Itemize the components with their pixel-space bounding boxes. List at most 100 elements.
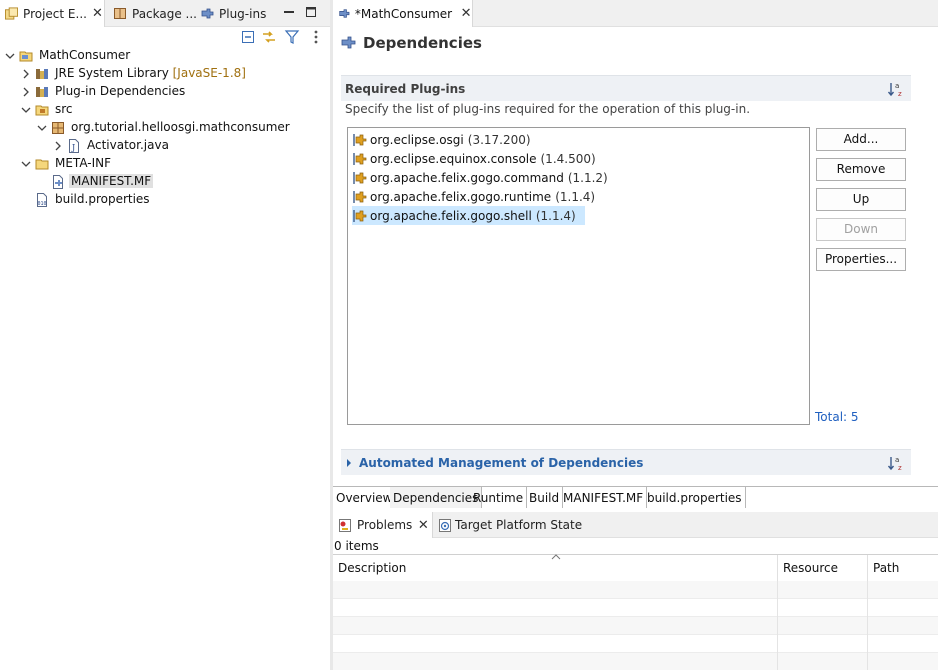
tab-runtime[interactable]: Runtime <box>470 487 528 508</box>
sort-icon[interactable]: a z <box>887 454 905 472</box>
tab-plug-ins[interactable]: Plug-ins <box>195 0 266 27</box>
plugin-name: org.eclipse.equinox.console <box>370 151 537 166</box>
plugin-name: org.apache.felix.gogo.command <box>370 170 564 185</box>
tree-item-jre-system-library[interactable]: JRE System Library [JavaSE-1.8] <box>0 65 330 83</box>
tree-item-label: Activator.java <box>87 138 169 152</box>
target-platform-icon <box>439 518 451 532</box>
tab-label: Problems <box>357 518 413 532</box>
minimize-icon[interactable] <box>282 5 296 19</box>
plug-in-icon <box>353 171 367 184</box>
svg-text:J: J <box>71 143 75 152</box>
plugin-name: org.apache.felix.gogo.runtime <box>370 189 552 204</box>
chevron-right-icon[interactable] <box>53 141 63 151</box>
chevron-right-icon[interactable] <box>21 87 31 97</box>
library-icon <box>36 69 48 79</box>
plug-in-icon <box>353 209 367 222</box>
tab-target-platform-state[interactable]: Target Platform State <box>435 512 582 538</box>
tab-package-explorer[interactable]: Package ... <box>108 0 197 27</box>
tab-problems[interactable]: Problems ✕ <box>333 512 433 538</box>
chevron-down-icon[interactable] <box>5 51 15 61</box>
manifest-file-icon <box>53 175 63 189</box>
maximize-icon[interactable] <box>304 5 318 19</box>
tree-item-mathconsumer[interactable]: MathConsumer <box>0 47 330 65</box>
package-icon <box>52 122 64 134</box>
tree-item-package[interactable]: org.tutorial.helloosgi.mathconsumer <box>0 119 330 137</box>
tab-manifest-mf[interactable]: MANIFEST.MF <box>560 487 648 508</box>
tree-item-label: src <box>55 102 73 116</box>
plug-in-icon <box>353 152 367 165</box>
plugin-item[interactable]: org.eclipse.equinox.console (1.4.500) <box>352 149 600 168</box>
chevron-down-icon[interactable] <box>21 159 31 169</box>
tree-item-label: JRE System Library <box>55 66 169 80</box>
down-button[interactable]: Down <box>816 218 906 241</box>
column-label: Description <box>338 561 407 575</box>
properties-button[interactable]: Properties... <box>816 248 906 271</box>
plugin-item-selected[interactable]: org.apache.felix.gogo.shell (1.1.4) <box>352 206 585 225</box>
tab-label: Package ... <box>132 6 197 21</box>
tab-build-properties[interactable]: build.properties <box>644 487 746 508</box>
tree-item-src[interactable]: src <box>0 101 330 119</box>
plugin-item[interactable]: org.apache.felix.gogo.runtime (1.1.4) <box>352 187 599 206</box>
chevron-right-icon[interactable] <box>21 69 31 79</box>
required-plug-ins-list[interactable]: org.eclipse.osgi (3.17.200) org.eclipse.… <box>347 127 810 425</box>
project-explorer-icon <box>5 7 19 20</box>
tree-item-plug-in-dependencies[interactable]: Plug-in Dependencies <box>0 83 330 101</box>
plugin-version: (1.1.4) <box>555 189 596 204</box>
column-header-resource[interactable]: Resource <box>778 555 868 581</box>
tree-item-build-properties[interactable]: 010 build.properties <box>0 191 330 209</box>
close-icon[interactable]: ✕ <box>416 518 430 533</box>
column-divider <box>777 581 778 670</box>
tab-build[interactable]: Build <box>526 487 564 508</box>
filter-icon[interactable] <box>284 29 300 45</box>
tree-item-meta-inf[interactable]: META-INF <box>0 155 330 173</box>
chevron-right-icon[interactable] <box>345 458 353 467</box>
close-icon[interactable]: ✕ <box>460 6 472 21</box>
chevron-down-icon[interactable] <box>37 123 47 133</box>
tree-item-label: build.properties <box>55 192 150 206</box>
package-explorer-icon <box>114 8 126 19</box>
table-row <box>333 635 938 653</box>
close-icon[interactable]: ✕ <box>91 6 104 21</box>
items-count: 0 items <box>334 539 379 553</box>
automated-management-section-header[interactable]: Automated Management of Dependencies a z <box>341 449 911 475</box>
tab-mathconsumer[interactable]: *MathConsumer ✕ <box>333 0 473 27</box>
source-folder-icon <box>35 105 49 116</box>
plugin-name: org.apache.felix.gogo.shell <box>370 208 532 223</box>
section-title: Required Plug-ins <box>345 81 466 96</box>
tab-label: Project E... <box>23 6 87 21</box>
java-file-icon: J <box>69 139 79 153</box>
plugin-item[interactable]: org.eclipse.osgi (3.17.200) <box>352 130 535 149</box>
tree-item-label: MANIFEST.MF <box>69 174 154 188</box>
column-header-path[interactable]: Path <box>868 555 938 581</box>
folder-icon <box>35 159 49 170</box>
tab-project-explorer[interactable]: Project E... ✕ <box>0 0 105 27</box>
up-button[interactable]: Up <box>816 188 906 211</box>
column-label: Resource <box>783 561 839 575</box>
tab-label: *MathConsumer <box>354 6 453 21</box>
sort-icon[interactable]: a z <box>887 80 905 98</box>
problems-table[interactable]: Description Resource Path <box>333 554 938 670</box>
project-explorer-view: Project E... ✕ Package ... Plug-ins Math… <box>0 0 330 670</box>
tab-overview[interactable]: Overview <box>333 487 397 508</box>
tree-item-label: META-INF <box>55 156 112 170</box>
svg-text:z: z <box>898 464 902 472</box>
table-row <box>333 581 938 599</box>
plugin-version: (3.17.200) <box>467 132 531 147</box>
tab-label: Target Platform State <box>455 518 583 532</box>
properties-file-icon: 010 <box>37 193 47 207</box>
tab-dependencies[interactable]: Dependencies <box>390 487 483 508</box>
add-button[interactable]: Add... <box>816 128 906 151</box>
column-header-description[interactable]: Description <box>333 554 778 581</box>
collapse-all-icon[interactable] <box>240 29 256 45</box>
chevron-down-icon[interactable] <box>21 105 31 115</box>
link-with-editor-icon[interactable] <box>261 29 277 45</box>
plugin-item[interactable]: org.apache.felix.gogo.command (1.1.2) <box>352 168 612 187</box>
required-plug-ins-section-header[interactable]: Required Plug-ins a z <box>341 75 911 101</box>
tree-item-activator-java[interactable]: J Activator.java <box>0 137 330 155</box>
editor-tabbar: *MathConsumer ✕ <box>333 0 938 27</box>
remove-button[interactable]: Remove <box>816 158 906 181</box>
plugin-version: (1.4.500) <box>540 151 596 166</box>
section-description: Specify the list of plug-ins required fo… <box>345 102 751 116</box>
view-menu-icon[interactable] <box>308 29 324 45</box>
tree-item-manifest-mf[interactable]: MANIFEST.MF <box>0 173 330 191</box>
